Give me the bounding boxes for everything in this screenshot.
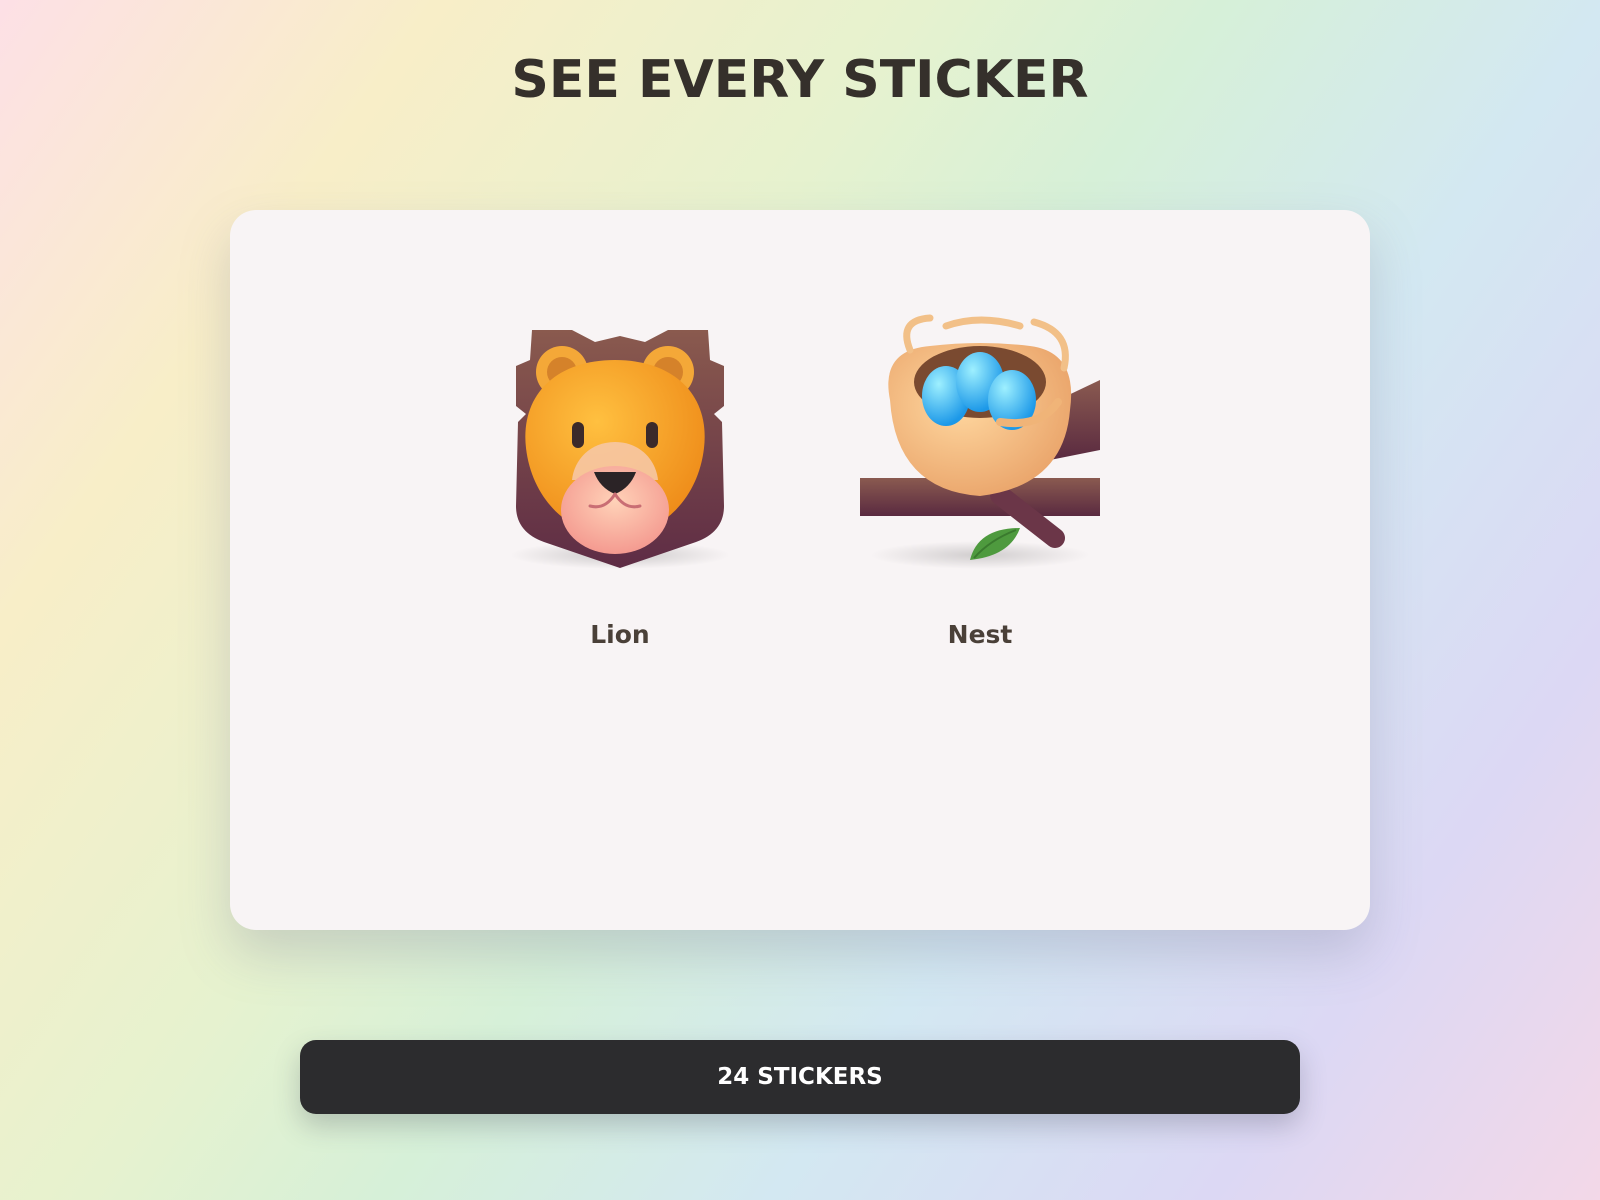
sticker-card-lion[interactable]: Lion	[480, 310, 760, 670]
sticker-card-nest[interactable]: Nest	[840, 310, 1120, 670]
lion-icon	[510, 330, 730, 569]
page-title: SEE EVERY STICKER	[511, 50, 1089, 110]
sticker-count-button[interactable]: 24 STICKERS	[300, 1040, 1300, 1114]
sticker-label: Nest	[947, 620, 1013, 649]
sticker-label: Lion	[590, 620, 650, 649]
nest-with-eggs-icon	[860, 314, 1100, 569]
sticker-panel: Lion Nest	[230, 210, 1370, 930]
